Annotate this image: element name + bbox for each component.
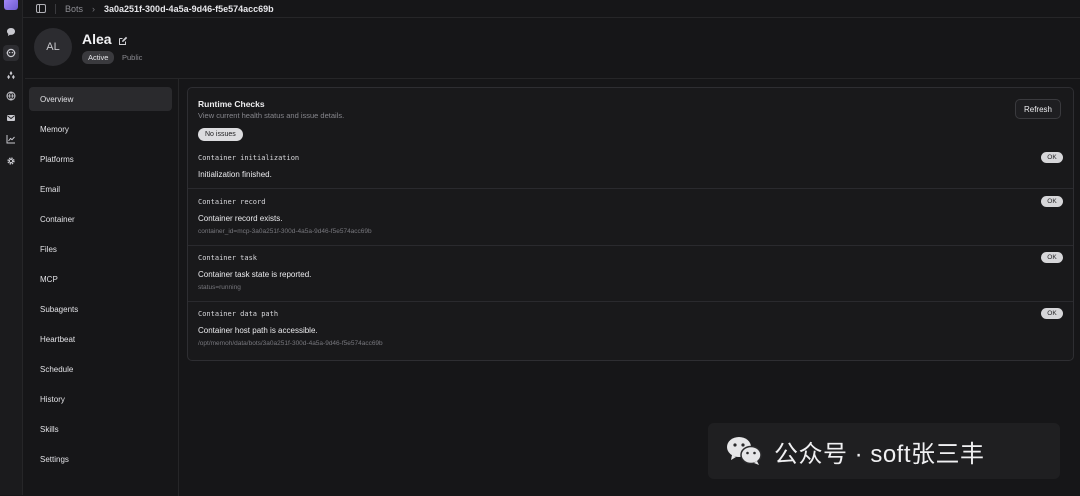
nav-item-overview[interactable]: Overview (29, 87, 172, 111)
check-message: Container host path is accessible. (198, 326, 318, 335)
avatar: AL (34, 28, 72, 66)
check-name: Container record (198, 198, 266, 206)
nav-item-heartbeat[interactable]: Heartbeat (29, 327, 172, 351)
breadcrumb: Bots › 3a0a251f-300d-4a5a-9d46-f5e574acc… (23, 0, 1080, 18)
refresh-button[interactable]: Refresh (1015, 99, 1061, 119)
check-name: Container task (198, 254, 258, 262)
nav-item-schedule[interactable]: Schedule (29, 357, 172, 381)
nav-item-files[interactable]: Files (29, 237, 172, 261)
nav-item-memory[interactable]: Memory (29, 117, 172, 141)
nav-item-mcp[interactable]: MCP (29, 267, 172, 291)
mail-icon[interactable] (3, 110, 19, 126)
breadcrumb-divider (55, 3, 56, 14)
nav-item-subagents[interactable]: Subagents (29, 297, 172, 321)
edit-icon[interactable] (118, 33, 128, 45)
runtime-checks-card: Runtime Checks View current health statu… (187, 87, 1074, 361)
check-message: Initialization finished. (198, 170, 272, 179)
chat-icon[interactable] (3, 24, 19, 40)
breadcrumb-bots-link[interactable]: Bots (65, 4, 83, 14)
wechat-icon (727, 437, 762, 465)
skills-icon[interactable] (3, 67, 19, 83)
chevron-right-icon: › (92, 3, 96, 14)
nav-item-settings[interactable]: Settings (29, 447, 172, 471)
check-status-badge: OK (1041, 152, 1063, 163)
watermark: 公众号 · soft张三丰 (708, 423, 1060, 479)
bot-icon[interactable] (3, 45, 19, 61)
summary-badge: No issues (198, 128, 243, 141)
breadcrumb-current: 3a0a251f-300d-4a5a-9d46-f5e574acc69b (104, 3, 274, 14)
check-status-badge: OK (1041, 196, 1063, 207)
check-name: Container initialization (198, 154, 300, 162)
nav-item-email[interactable]: Email (29, 177, 172, 201)
check-detail: status=running (198, 284, 241, 291)
globe-icon[interactable] (3, 88, 19, 104)
check-message: Container task state is reported. (198, 270, 312, 279)
divider (188, 188, 1073, 189)
divider (188, 301, 1073, 302)
sidebar-toggle-icon[interactable] (36, 4, 46, 13)
nav-item-platforms[interactable]: Platforms (29, 147, 172, 171)
bot-header: AL Alea Active Public (23, 18, 1080, 74)
nav-item-skills[interactable]: Skills (29, 417, 172, 441)
status-badge: Active (82, 51, 115, 64)
check-status-badge: OK (1041, 252, 1063, 263)
divider (188, 245, 1073, 246)
check-status-badge: OK (1041, 308, 1063, 319)
check-name: Container data path (198, 310, 279, 318)
card-title: Runtime Checks (198, 99, 265, 109)
chart-icon[interactable] (3, 131, 19, 147)
check-detail: container_id=mcp-3a0a251f-300d-4a5a-9d46… (198, 228, 372, 235)
gear-icon[interactable] (3, 153, 19, 169)
card-description: View current health status and issue det… (198, 111, 345, 120)
watermark-text: 公众号 · soft张三丰 (774, 440, 985, 468)
visibility-label: Public (122, 53, 143, 62)
bot-name: Alea (82, 31, 112, 47)
app-logo[interactable] (4, 0, 18, 10)
check-detail: /opt/memoh/data/bots/3a0a251f-300d-4a5a-… (198, 340, 383, 347)
nav-item-container[interactable]: Container (29, 207, 172, 231)
check-message: Container record exists. (198, 214, 283, 223)
nav-item-history[interactable]: History (29, 387, 172, 411)
section-nav: Overview Memory Platforms Email Containe… (25, 78, 179, 496)
app-rail (0, 0, 23, 495)
